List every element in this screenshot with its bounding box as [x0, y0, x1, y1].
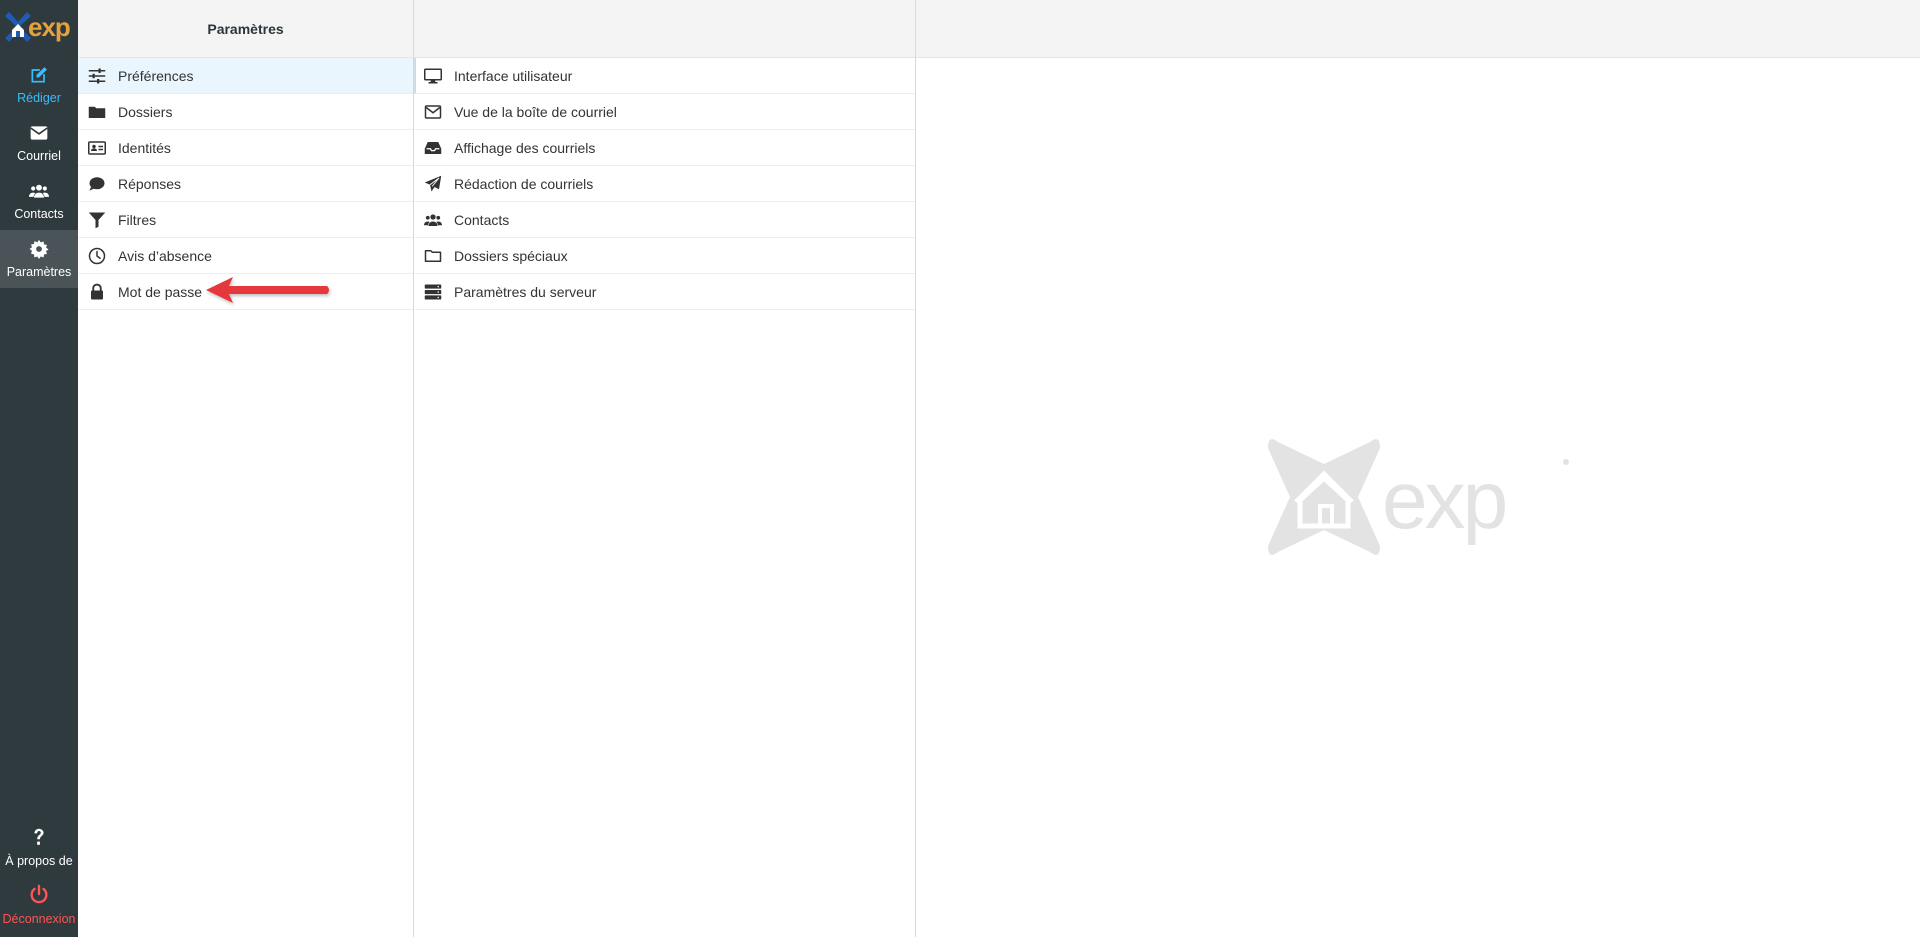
nav-rail: exp Rédiger Courriel Contacts Paramètres…: [0, 0, 78, 937]
section-item-mailbox-view[interactable]: Vue de la boîte de courriel: [414, 94, 915, 130]
app-logo[interactable]: exp: [0, 0, 78, 56]
mail-label: Courriel: [17, 149, 61, 163]
section-item-composing[interactable]: Rédaction de courriels: [414, 166, 915, 202]
settings-button[interactable]: Paramètres: [0, 230, 78, 288]
settings-label: Paramètres: [6, 265, 72, 279]
filter-icon: [88, 212, 106, 228]
compose-button[interactable]: Rédiger: [0, 56, 78, 114]
users-icon: [424, 213, 442, 226]
comment-icon: [89, 176, 105, 191]
contacts-label: Contacts: [14, 207, 64, 221]
settings-item-preferences[interactable]: Préférences: [78, 58, 413, 94]
list-item-label: Interface utilisateur: [454, 67, 573, 84]
content-frame: exp: [916, 0, 1920, 937]
compose-label: Rédiger: [17, 91, 61, 105]
settings-column: Paramètres Préférences Dossiers Identité…: [78, 0, 414, 937]
section-item-contacts[interactable]: Contacts: [414, 202, 915, 238]
inbox-icon: [424, 141, 442, 154]
id-card-icon: [88, 140, 106, 155]
annotation-arrow: [206, 277, 329, 303]
list-item-label: Rédaction de courriels: [454, 175, 594, 192]
about-button[interactable]: À propos de: [0, 818, 78, 876]
list-item-label: Avis d’absence: [118, 247, 212, 264]
envelope-outline-icon: [424, 104, 442, 119]
logout-label: Déconnexion: [2, 912, 76, 926]
section-item-special-folders[interactable]: Dossiers spéciaux: [414, 238, 915, 274]
power-icon: [30, 884, 48, 904]
settings-column-header: Paramètres: [78, 0, 413, 58]
list-item-label: Filtres: [118, 211, 157, 228]
clock-icon: [88, 247, 106, 264]
list-item-label: Contacts: [454, 211, 510, 228]
section-item-server-settings[interactable]: Paramètres du serveur: [414, 274, 915, 310]
list-item-label: Réponses: [118, 175, 182, 192]
paper-plane-icon: [424, 175, 442, 191]
logout-button[interactable]: Déconnexion: [0, 876, 78, 934]
list-item-label: Vue de la boîte de courriel: [454, 103, 617, 120]
list-item-label: Affichage des courriels: [454, 139, 596, 156]
list-item-label: Préférences: [118, 67, 194, 84]
settings-item-vacation[interactable]: Avis d’absence: [78, 238, 413, 274]
watermark-text: exp: [1382, 455, 1506, 546]
question-icon: [34, 828, 44, 845]
list-item-label: Dossiers spéciaux: [454, 247, 568, 264]
folder-outline-icon: [424, 249, 442, 262]
section-item-ui[interactable]: Interface utilisateur: [414, 58, 915, 94]
envelope-icon: [30, 126, 48, 140]
lock-icon: [91, 283, 103, 299]
sections-column-header: [414, 0, 915, 58]
content-header: [916, 0, 1920, 58]
settings-item-identities[interactable]: Identités: [78, 130, 413, 166]
users-icon: [29, 184, 49, 198]
mail-button[interactable]: Courriel: [0, 114, 78, 172]
settings-item-filters[interactable]: Filtres: [78, 202, 413, 238]
watermark-logo: exp: [1268, 439, 1569, 555]
settings-item-responses[interactable]: Réponses: [78, 166, 413, 202]
logo-text: exp: [28, 12, 71, 42]
gear-icon: [29, 239, 49, 259]
section-item-message-display[interactable]: Affichage des courriels: [414, 130, 915, 166]
list-item-label: Dossiers: [118, 103, 173, 120]
preferences-sections-column: Interface utilisateur Vue de la boîte de…: [414, 0, 916, 937]
server-icon: [424, 284, 442, 299]
settings-item-folders[interactable]: Dossiers: [78, 94, 413, 130]
settings-column-title: Paramètres: [207, 20, 284, 37]
desktop-icon: [424, 68, 442, 83]
about-label: À propos de: [5, 854, 73, 868]
list-item-label: Paramètres du serveur: [454, 283, 597, 300]
sliders-icon: [88, 68, 106, 83]
list-item-label: Identités: [118, 139, 171, 156]
edit-icon: [31, 67, 47, 83]
contacts-button[interactable]: Contacts: [0, 172, 78, 230]
list-item-label: Mot de passe: [118, 283, 203, 300]
folder-icon: [88, 106, 106, 118]
